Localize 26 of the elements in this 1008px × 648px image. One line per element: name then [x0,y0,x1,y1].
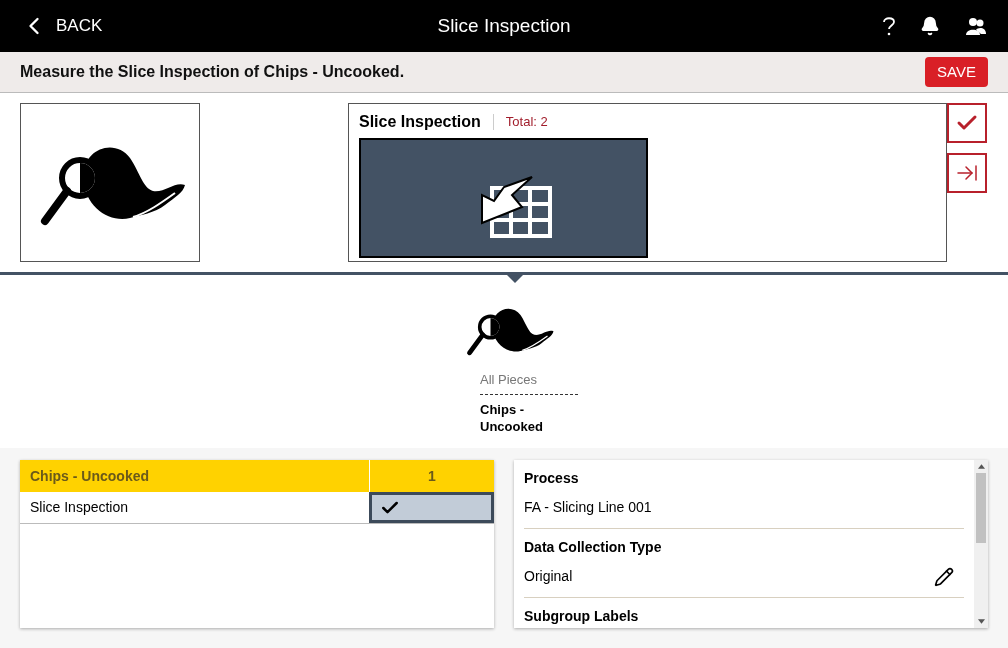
edit-icon[interactable] [934,566,954,587]
skip-to-end-button[interactable] [947,153,987,193]
field-label: Data Collection Type [524,538,663,557]
back-button[interactable]: BACK [20,12,103,40]
save-button[interactable]: SAVE [925,56,988,88]
all-pieces-link[interactable]: All Pieces [480,370,578,395]
card-title: Slice Inspection [359,112,481,132]
scrollbar[interactable] [974,460,988,628]
scroll-down-icon[interactable] [977,619,985,624]
page-title: Slice Inspection [437,13,571,38]
pointer-triangle [507,275,523,283]
notification-icon[interactable] [920,16,940,36]
group-name: Chips - Uncooked [29,466,150,486]
field-label: Process [524,469,580,488]
field-value: Original [524,567,573,586]
scroll-up-icon[interactable] [977,464,985,469]
field-label: Subgroup Labels [524,607,640,626]
inspection-thumbnail[interactable] [359,138,648,258]
check-cell[interactable] [369,492,494,523]
total-count: Total: 2 [505,113,548,132]
field-value: FA - Slicing Line 001 [524,498,652,517]
piece-label[interactable]: Chips - Uncooked [480,400,550,435]
complete-button[interactable] [947,103,987,143]
help-icon[interactable] [882,16,896,36]
instruction-text: Measure the Slice Inspection of Chips - Uncooked. [20,62,405,82]
checklist-item[interactable]: Slice Inspection [20,492,369,523]
